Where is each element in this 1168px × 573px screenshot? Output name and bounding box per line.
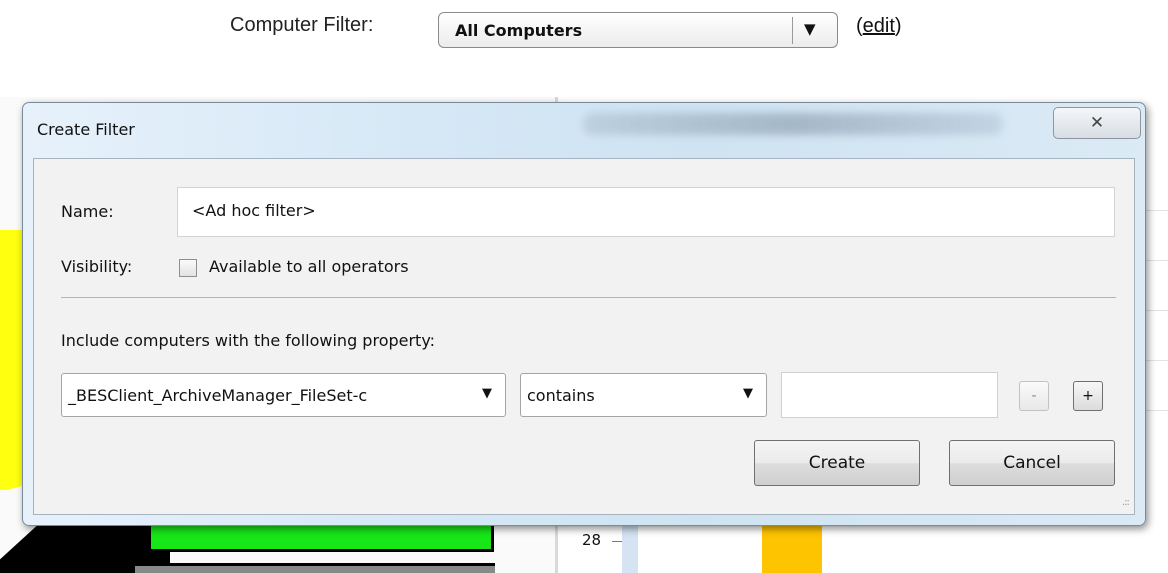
background-axis-tick-label: 28 bbox=[582, 531, 602, 549]
edit-filter-link[interactable]: edit bbox=[863, 15, 895, 37]
operator-select[interactable]: contains ▼ bbox=[520, 373, 767, 417]
dropdown-arrow-icon: ▼ bbox=[482, 386, 492, 401]
computer-filter-label: Computer Filter: bbox=[230, 14, 374, 36]
select-divider bbox=[792, 17, 793, 44]
name-input[interactable]: <Ad hoc filter> bbox=[177, 187, 1115, 237]
name-label: Name: bbox=[61, 202, 114, 221]
edit-link-open-paren: ( bbox=[856, 15, 863, 37]
create-filter-dialog: Create Filter ✕ Name: <Ad hoc filter> Vi… bbox=[22, 102, 1146, 526]
property-select-value: _BESClient_ArchiveManager_FileSet-c bbox=[68, 386, 368, 405]
cancel-button[interactable]: Cancel bbox=[949, 440, 1115, 486]
computer-filter-value: All Computers bbox=[455, 21, 583, 40]
dropdown-arrow-icon: ▼ bbox=[804, 20, 816, 38]
available-to-all-operators-checkbox[interactable] bbox=[179, 259, 197, 277]
property-value-input[interactable] bbox=[781, 372, 998, 418]
add-condition-button[interactable]: + bbox=[1073, 381, 1103, 411]
operator-select-value: contains bbox=[527, 386, 595, 405]
create-button[interactable]: Create bbox=[754, 440, 920, 486]
close-icon: ✕ bbox=[1089, 113, 1105, 133]
edit-filter-link-wrapper: (edit) bbox=[856, 15, 902, 38]
available-to-all-operators-label[interactable]: Available to all operators bbox=[209, 257, 409, 276]
computer-filter-select[interactable]: All Computers ▼ bbox=[438, 12, 838, 48]
include-property-label: Include computers with the following pro… bbox=[61, 331, 436, 350]
property-select[interactable]: _BESClient_ArchiveManager_FileSet-c ▼ bbox=[61, 373, 506, 417]
blurred-title-text bbox=[583, 113, 1003, 135]
dialog-body: Name: <Ad hoc filter> Visibility: Availa… bbox=[33, 158, 1135, 515]
dialog-title: Create Filter bbox=[37, 120, 135, 139]
section-divider bbox=[61, 297, 1116, 298]
background-axis-tick bbox=[612, 541, 622, 542]
dropdown-arrow-icon: ▼ bbox=[743, 386, 753, 401]
visibility-label: Visibility: bbox=[61, 257, 133, 276]
background-gray-bar bbox=[135, 563, 495, 573]
remove-condition-button[interactable]: - bbox=[1019, 381, 1049, 411]
resize-grip-icon[interactable]: .:: bbox=[1122, 497, 1130, 508]
close-button[interactable]: ✕ bbox=[1053, 107, 1141, 139]
edit-link-close-paren: ) bbox=[894, 15, 902, 37]
